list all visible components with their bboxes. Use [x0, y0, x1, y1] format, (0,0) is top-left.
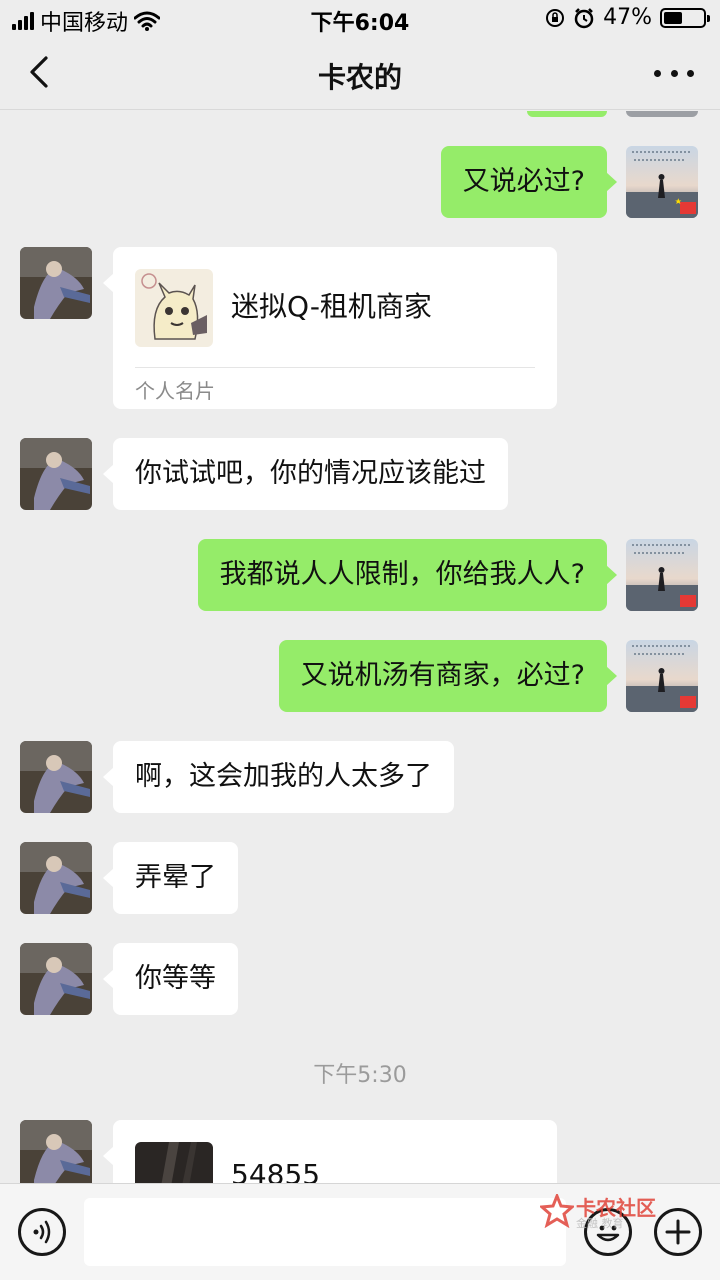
avatar-contact[interactable] [20, 1120, 92, 1183]
watermark-subtitle: 金融 教育 [576, 1217, 624, 1230]
card-divider [135, 367, 535, 368]
contact-card[interactable]: 迷拟Q-租机商家 个人名片 [103, 247, 557, 409]
contact-card-avatar [135, 1142, 213, 1183]
more-dots-icon[interactable] [654, 58, 694, 88]
avatar-contact[interactable] [20, 438, 92, 510]
chat-title: 卡农的 [317, 61, 402, 94]
battery-fill [664, 11, 682, 24]
partial-message-bubble [527, 111, 607, 117]
message-bubble-incoming[interactable]: 弄晕了 [103, 842, 238, 914]
message-bubble-outgoing[interactable]: 又说必过? [440, 146, 618, 218]
status-right: 47% [545, 5, 710, 30]
voice-icon[interactable] [18, 1208, 66, 1256]
contact-card-avatar [135, 269, 213, 347]
avatar-self[interactable] [626, 640, 698, 712]
avatar-self[interactable] [626, 539, 698, 611]
battery-percent: 47% [603, 5, 652, 30]
contact-card-name: 迷拟Q-租机商家 [231, 290, 432, 323]
message-timestamp: 下午5:30 [313, 1063, 407, 1088]
avatar-contact[interactable] [20, 842, 92, 914]
watermark-logo-icon [540, 1194, 574, 1228]
orientation-lock-icon [546, 8, 565, 27]
contact-card-name: 54855 [231, 1158, 321, 1183]
avatar-self[interactable] [626, 146, 698, 218]
partial-avatar [626, 111, 698, 117]
nav-bar: 卡农的 [0, 36, 720, 110]
message-bubble-incoming[interactable]: 你试试吧，你的情况应该能过 [103, 438, 508, 510]
watermark: 卡农社区 金融 教育 [540, 1190, 670, 1234]
avatar-contact[interactable] [20, 247, 92, 319]
message-bubble-outgoing[interactable]: 又说机汤有商家，必过? [278, 640, 618, 712]
status-bar: 中国移动 下午6:04 47% [0, 0, 720, 36]
message-bubble-incoming[interactable]: 你等等 [103, 943, 238, 1015]
contact-card[interactable]: 54855 [103, 1120, 557, 1183]
message-bubble-outgoing[interactable]: 我都说人人限制，你给我人人? [197, 539, 618, 611]
avatar-contact[interactable] [20, 741, 92, 813]
message-bubble-incoming[interactable]: 啊，这会加我的人太多了 [103, 741, 454, 813]
avatar-contact[interactable] [20, 943, 92, 1015]
message-input[interactable] [84, 1198, 566, 1266]
alarm-icon [574, 7, 594, 28]
battery-icon [660, 7, 710, 28]
chat-area[interactable]: 又说必过? 迷拟Q-租机商家 个人名片 你试试吧，你的情况应该能过 我都说人人限… [0, 111, 720, 1183]
contact-card-label: 个人名片 [135, 379, 215, 403]
